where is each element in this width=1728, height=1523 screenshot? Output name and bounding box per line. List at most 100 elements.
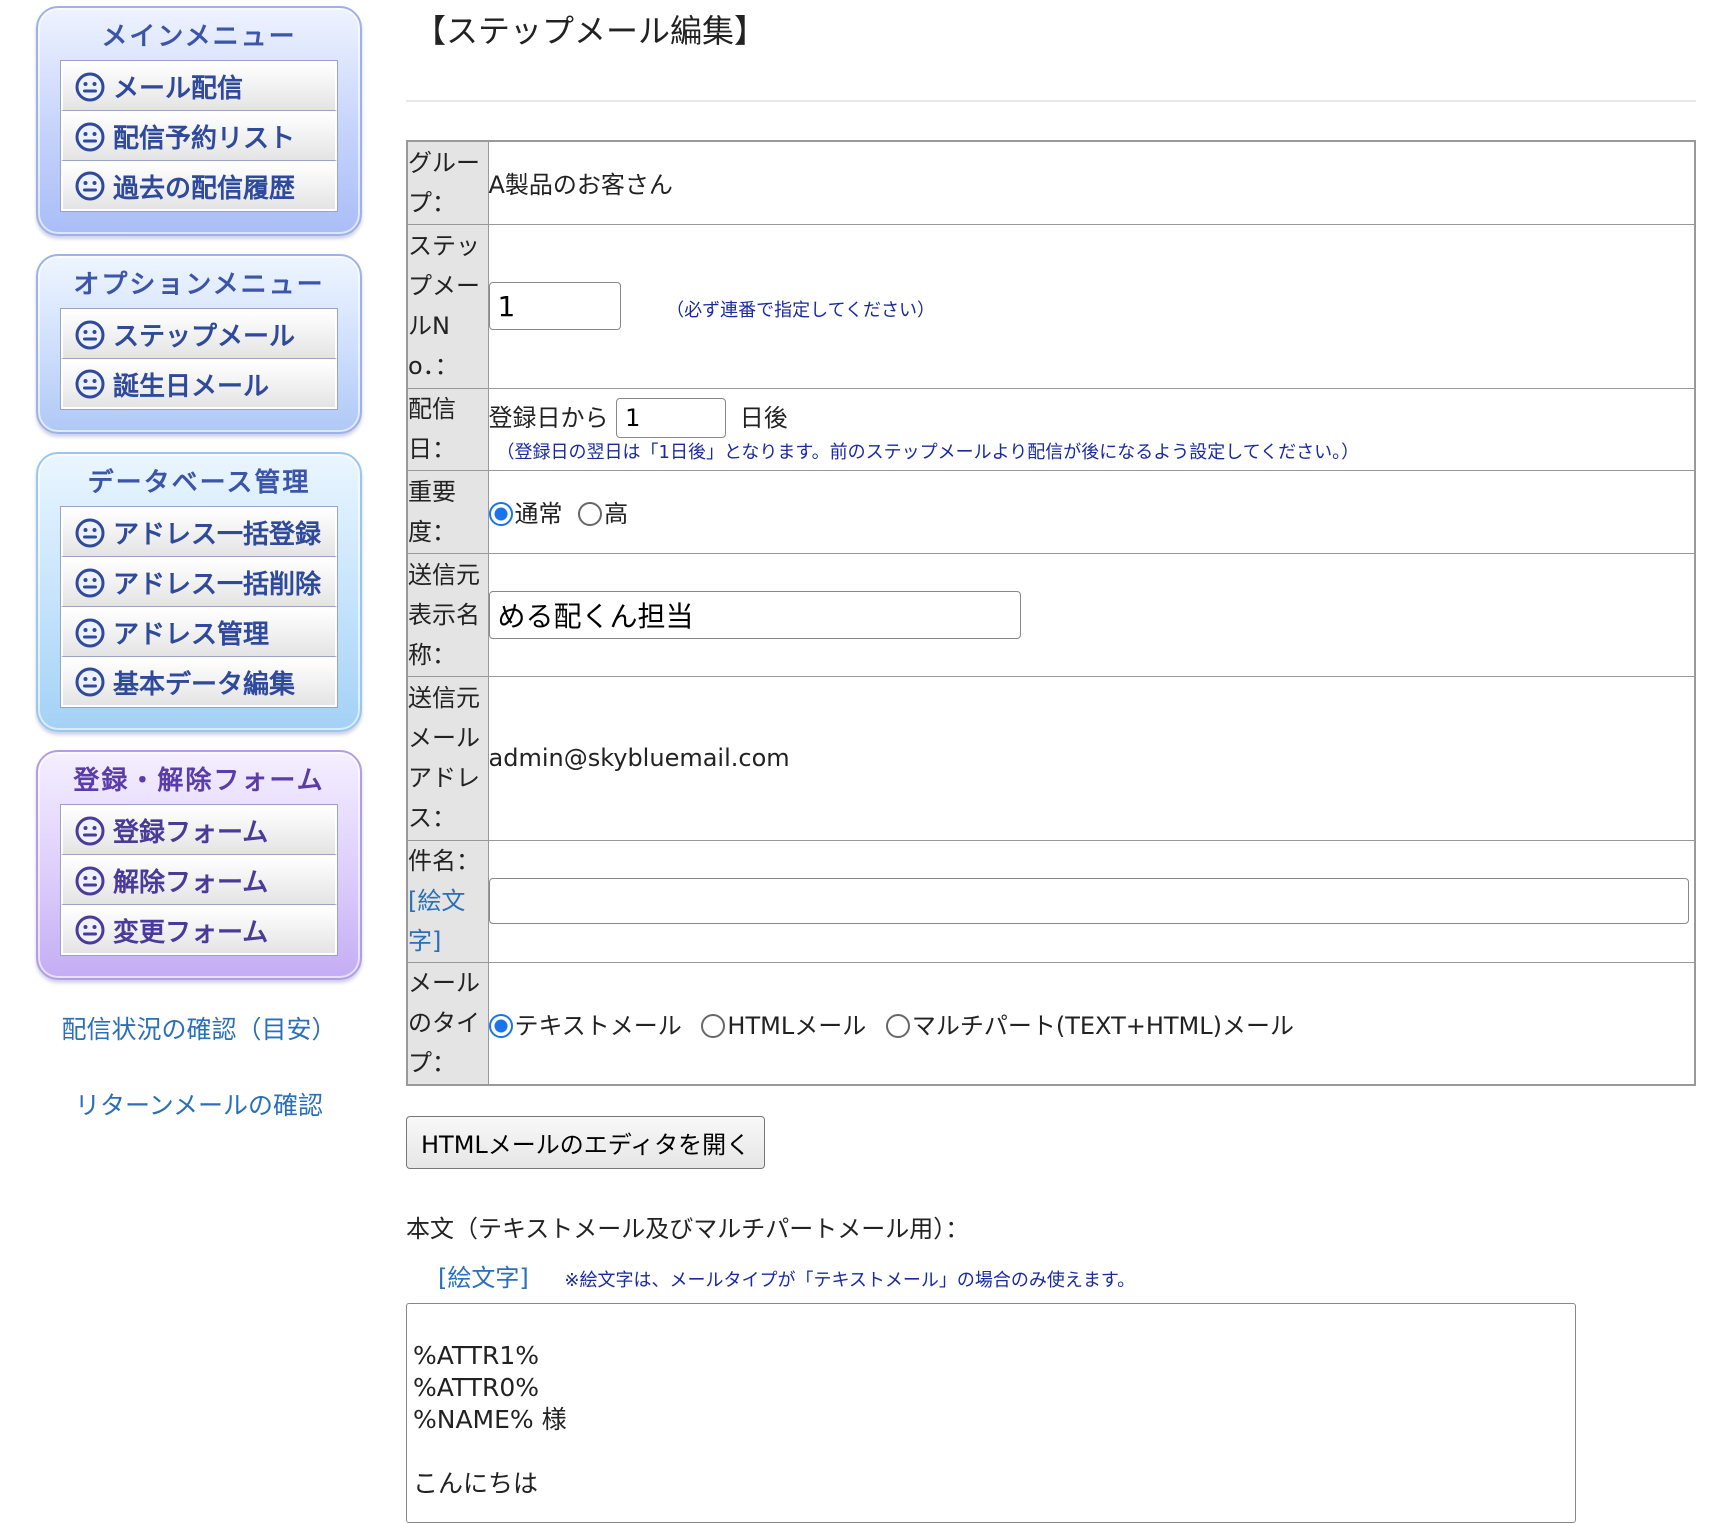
sender-address-label: 送信元メールアドレス： bbox=[406, 675, 489, 841]
sidebar: メインメニュー メール配信 配信予約リスト 過去の配信履歴 オプションメニュー … bbox=[36, 6, 362, 1122]
mail-type-text-label: テキストメール bbox=[514, 1011, 682, 1040]
step-no-label: ステップメールNo．： bbox=[406, 223, 489, 389]
mail-type-html-radio[interactable] bbox=[701, 1013, 726, 1038]
smiley-icon bbox=[75, 866, 105, 896]
body-textarea[interactable]: %ATTR1% %ATTR0% %NAME% 様 こんにちは bbox=[406, 1303, 1576, 1523]
smiley-icon bbox=[75, 568, 105, 598]
form-menu-title: 登録・解除フォーム bbox=[73, 766, 325, 796]
smiley-icon bbox=[75, 618, 105, 648]
send-day-input[interactable] bbox=[616, 398, 727, 438]
body-emoji-note: ※絵文字は、メールタイプが「テキストメール」の場合のみ使えます。 bbox=[564, 1270, 1136, 1291]
smiley-icon bbox=[75, 72, 105, 102]
main-menu: メインメニュー メール配信 配信予約リスト 過去の配信履歴 bbox=[36, 6, 362, 236]
menu-item-register-form[interactable]: 登録フォーム bbox=[61, 805, 337, 855]
page-title: 【ステップメール編集】 bbox=[414, 12, 767, 50]
menu-item-reservation-list[interactable]: 配信予約リスト bbox=[61, 111, 337, 161]
priority-high-radio[interactable] bbox=[578, 502, 603, 526]
mail-type-html-label: HTMLメール bbox=[727, 1011, 867, 1040]
send-day-label: 配信日： bbox=[406, 387, 489, 471]
menu-item-label: アドレス一括削除 bbox=[113, 570, 322, 600]
database-menu: データベース管理 アドレス一括登録 アドレス一括削除 アドレス管理 基本データ編… bbox=[36, 452, 362, 732]
menu-item-mail-send[interactable]: メール配信 bbox=[61, 61, 337, 111]
form-row-mail-type: メールのタイプ： テキストメール HTMLメール マルチパート(TEXT+HTM… bbox=[406, 961, 1696, 1086]
subject-emoji-link[interactable]: [絵文字] bbox=[408, 887, 465, 955]
smiley-icon bbox=[75, 667, 105, 697]
database-menu-items: アドレス一括登録 アドレス一括削除 アドレス管理 基本データ編集 bbox=[60, 506, 338, 708]
menu-item-bulk-register[interactable]: アドレス一括登録 bbox=[61, 507, 337, 557]
title-divider bbox=[406, 100, 1696, 102]
option-menu-items: ステップメール 誕生日メール bbox=[60, 308, 338, 410]
option-menu-title: オプションメニュー bbox=[73, 270, 325, 300]
open-html-editor-button[interactable]: HTMLメールのエディタを開く bbox=[406, 1116, 766, 1169]
form-row-send-day: 配信日： 登録日から 日後 （登録日の翌日は「1日後」となります。前のステップメ… bbox=[406, 387, 1696, 471]
menu-item-change-form[interactable]: 変更フォーム bbox=[61, 905, 337, 955]
group-label: グループ： bbox=[406, 140, 489, 225]
sender-name-input[interactable] bbox=[488, 590, 1021, 639]
mail-type-multipart-radio[interactable] bbox=[885, 1013, 910, 1038]
step-no-cell: （必ず連番で指定してください） bbox=[487, 223, 1696, 389]
form-row-subject: 件名： [絵文字] bbox=[406, 839, 1696, 963]
menu-item-label: 過去の配信履歴 bbox=[113, 173, 296, 204]
menu-item-label: ステップメール bbox=[113, 322, 296, 352]
group-value: A製品のお客さん bbox=[487, 140, 1696, 225]
menu-item-basic-data-edit[interactable]: 基本データ編集 bbox=[61, 657, 337, 707]
menu-item-unsubscribe-form[interactable]: 解除フォーム bbox=[61, 855, 337, 905]
menu-item-label: 解除フォーム bbox=[113, 868, 269, 898]
option-menu: オプションメニュー ステップメール 誕生日メール bbox=[36, 254, 362, 434]
send-day-note: （登録日の翌日は「1日後」となります。前のステップメールより配信が後になるよう設… bbox=[496, 442, 1360, 463]
main-menu-title: メインメニュー bbox=[101, 22, 297, 52]
main-menu-items: メール配信 配信予約リスト 過去の配信履歴 bbox=[60, 60, 338, 212]
sender-name-label: 送信元表示名称： bbox=[406, 552, 489, 677]
send-day-cell: 登録日から 日後 （登録日の翌日は「1日後」となります。前のステップメールより配… bbox=[487, 387, 1696, 471]
menu-item-label: 基本データ編集 bbox=[113, 669, 296, 700]
step-no-note: （必ず連番で指定してください） bbox=[666, 299, 936, 321]
form-row-sender-name: 送信元表示名称： bbox=[406, 552, 1696, 677]
priority-normal-label: 通常 bbox=[514, 500, 563, 528]
smiley-icon bbox=[75, 518, 105, 548]
send-day-suffix: 日後 bbox=[739, 404, 788, 432]
menu-item-label: 誕生日メール bbox=[113, 371, 270, 402]
step-no-input[interactable] bbox=[488, 282, 621, 330]
smiley-icon bbox=[75, 816, 105, 846]
form-menu: 登録・解除フォーム 登録フォーム 解除フォーム 変更フォーム bbox=[36, 750, 362, 980]
smiley-icon bbox=[75, 171, 105, 201]
menu-item-label: 配信予約リスト bbox=[113, 124, 296, 154]
subject-input[interactable] bbox=[488, 878, 1689, 924]
smiley-icon bbox=[75, 915, 105, 945]
menu-item-label: アドレス一括登録 bbox=[113, 520, 322, 550]
body-emoji-link[interactable]: [絵文字] bbox=[438, 1264, 529, 1292]
form-row-sender-address: 送信元メールアドレス： admin@skybluemail.com bbox=[406, 675, 1696, 841]
smiley-icon bbox=[75, 320, 105, 350]
priority-normal-radio[interactable] bbox=[488, 502, 513, 526]
priority-cell: 通常 高 bbox=[487, 469, 1696, 554]
step-mail-form: グループ： A製品のお客さん ステップメールNo．： （必ず連番で指定してくださ… bbox=[406, 140, 1696, 1086]
subject-label-cell: 件名： [絵文字] bbox=[406, 839, 489, 963]
form-row-group: グループ： A製品のお客さん bbox=[406, 140, 1696, 225]
subject-label: 件名： bbox=[408, 847, 480, 875]
priority-label: 重要度： bbox=[406, 469, 489, 554]
menu-item-address-management[interactable]: アドレス管理 bbox=[61, 607, 337, 657]
menu-item-bulk-delete[interactable]: アドレス一括削除 bbox=[61, 557, 337, 607]
body-emoji-row: [絵文字] ※絵文字は、メールタイプが「テキストメール」の場合のみ使えます。 bbox=[438, 1258, 1702, 1293]
priority-high-label: 高 bbox=[604, 500, 629, 528]
mail-type-cell: テキストメール HTMLメール マルチパート(TEXT+HTML)メール bbox=[487, 961, 1696, 1086]
body-label: 本文（テキストメール及びマルチパートメール用）： bbox=[406, 1215, 970, 1243]
menu-item-label: 変更フォーム bbox=[113, 917, 269, 948]
delivery-status-link[interactable]: 配信状況の確認（目安） bbox=[36, 1010, 362, 1046]
form-menu-items: 登録フォーム 解除フォーム 変更フォーム bbox=[60, 804, 338, 956]
return-mail-link[interactable]: リターンメールの確認 bbox=[36, 1086, 362, 1122]
mail-type-text-radio[interactable] bbox=[488, 1013, 513, 1038]
menu-item-label: 登録フォーム bbox=[113, 818, 269, 848]
mail-type-multipart-label: マルチパート(TEXT+HTML)メール bbox=[911, 1011, 1294, 1040]
menu-item-history[interactable]: 過去の配信履歴 bbox=[61, 161, 337, 211]
send-day-prefix: 登録日から bbox=[488, 404, 609, 432]
main-content: 【ステップメール編集】 グループ： A製品のお客さん ステップメールNo．： （… bbox=[406, 0, 1702, 1523]
smiley-icon bbox=[75, 122, 105, 152]
menu-item-label: アドレス管理 bbox=[113, 620, 270, 650]
menu-item-birthday-mail[interactable]: 誕生日メール bbox=[61, 359, 337, 409]
sender-address-value: admin@skybluemail.com bbox=[487, 675, 1696, 841]
form-row-priority: 重要度： 通常 高 bbox=[406, 469, 1696, 554]
subject-cell bbox=[487, 839, 1696, 963]
form-row-step-no: ステップメールNo．： （必ず連番で指定してください） bbox=[406, 223, 1696, 389]
menu-item-step-mail[interactable]: ステップメール bbox=[61, 309, 337, 359]
